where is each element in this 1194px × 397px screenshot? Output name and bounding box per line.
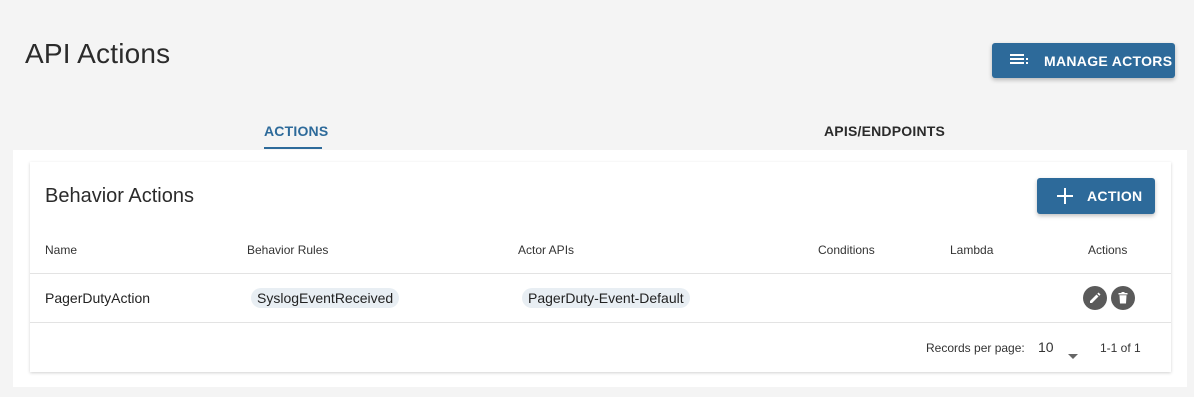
- column-header-conditions[interactable]: Conditions: [818, 243, 875, 257]
- manage-actors-button[interactable]: MANAGE ACTORS: [992, 43, 1175, 78]
- column-header-actions: Actions: [1088, 243, 1128, 257]
- card-title: Behavior Actions: [45, 185, 194, 207]
- page-title: API Actions: [25, 38, 171, 69]
- caret-down-icon: [1068, 346, 1078, 364]
- tab-apis-endpoints[interactable]: APIS/ENDPOINTS: [824, 123, 945, 139]
- row-divider: [30, 322, 1171, 323]
- delete-action-button[interactable]: [1111, 286, 1135, 310]
- records-per-page-value: 10: [1038, 339, 1054, 355]
- column-header-actor-apis[interactable]: Actor APIs: [518, 243, 574, 257]
- tab-bar: ACTIONS APIS/ENDPOINTS: [0, 110, 1194, 150]
- active-tab-indicator: [264, 147, 322, 149]
- pencil-icon: [1089, 292, 1101, 304]
- list-menu-icon: [1010, 53, 1030, 68]
- column-header-behavior-rules[interactable]: Behavior Rules: [247, 243, 328, 257]
- tab-actions[interactable]: ACTIONS: [264, 123, 328, 139]
- edit-action-button[interactable]: [1083, 286, 1107, 310]
- add-action-label: ACTION: [1087, 188, 1143, 204]
- header-divider: [30, 273, 1171, 274]
- column-header-name[interactable]: Name: [45, 243, 77, 257]
- records-per-page-select[interactable]: 10: [1038, 338, 1080, 359]
- pagination-range: 1-1 of 1: [1100, 341, 1141, 355]
- actor-api-chip[interactable]: PagerDuty-Event-Default: [522, 288, 690, 308]
- behavior-rule-chip[interactable]: SyslogEventReceived: [251, 288, 400, 308]
- plus-icon: [1057, 188, 1073, 204]
- add-action-button[interactable]: ACTION: [1037, 178, 1155, 214]
- manage-actors-label: MANAGE ACTORS: [1044, 52, 1173, 69]
- row-name: PagerDutyAction: [45, 290, 151, 306]
- trash-icon: [1117, 292, 1129, 304]
- records-per-page-label: Records per page:: [926, 341, 1025, 355]
- column-header-lambda[interactable]: Lambda: [950, 243, 993, 257]
